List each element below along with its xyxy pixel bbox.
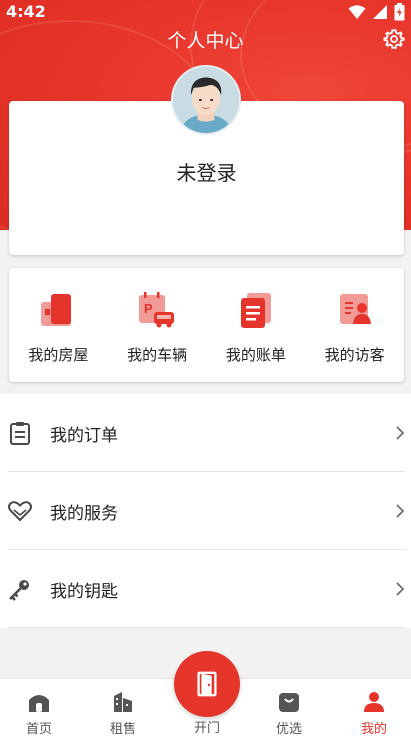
menu-list: 我的订单 我的服务 我的钥匙 bbox=[0, 394, 411, 628]
tab-label: 首页 bbox=[25, 722, 52, 737]
login-status[interactable]: 未登录 bbox=[9, 157, 404, 186]
quick-actions-panel: 我的房屋 P 我的车辆 我的账单 我的访客 bbox=[9, 268, 404, 382]
open-door-button[interactable] bbox=[174, 651, 240, 717]
divider bbox=[8, 627, 405, 628]
menu-item-keys[interactable]: 我的钥匙 bbox=[0, 550, 411, 628]
key-icon bbox=[9, 580, 29, 601]
status-time: 4:42 bbox=[6, 2, 46, 21]
shopping-bag-icon bbox=[279, 693, 299, 712]
person-icon bbox=[364, 692, 384, 712]
menu-item-orders[interactable]: 我的订单 bbox=[0, 394, 411, 472]
quick-action-label: 我的房屋 bbox=[28, 346, 89, 364]
tab-label: 租售 bbox=[109, 722, 136, 737]
quick-action-vehicle[interactable]: P 我的车辆 bbox=[108, 268, 207, 382]
quick-action-bill[interactable]: 我的账单 bbox=[207, 268, 306, 382]
tab-mine[interactable]: 我的 bbox=[333, 679, 411, 744]
quick-action-house[interactable]: 我的房屋 bbox=[9, 268, 108, 382]
cellular-icon bbox=[373, 5, 387, 19]
parking-car-icon: P bbox=[139, 292, 175, 328]
menu-item-label: 我的订单 bbox=[50, 425, 118, 446]
tab-home[interactable]: 首页 bbox=[0, 679, 80, 744]
tab-rent-sale[interactable]: 租售 bbox=[82, 679, 164, 744]
menu-item-label: 我的钥匙 bbox=[50, 581, 118, 602]
tab-open-door-label: 开门 bbox=[193, 721, 220, 736]
house-icon bbox=[41, 294, 72, 326]
quick-action-visitor[interactable]: 我的访客 bbox=[305, 268, 404, 382]
bill-icon bbox=[240, 293, 271, 328]
avatar[interactable] bbox=[171, 65, 241, 135]
wifi-icon bbox=[348, 5, 366, 19]
status-bar: 4:42 bbox=[0, 0, 411, 24]
quick-action-label: 我的账单 bbox=[225, 346, 286, 364]
visitor-icon bbox=[339, 294, 371, 324]
tab-label: 优选 bbox=[275, 722, 302, 737]
page-title: 个人中心 bbox=[167, 30, 244, 52]
svg-text:P: P bbox=[144, 301, 153, 316]
avatar-person-icon bbox=[173, 67, 239, 133]
quick-action-label: 我的访客 bbox=[324, 346, 385, 364]
chevron-right-icon bbox=[396, 426, 405, 440]
door-icon bbox=[197, 671, 217, 697]
home-icon bbox=[29, 695, 49, 712]
tab-label: 我的 bbox=[360, 722, 387, 737]
menu-item-label: 我的服务 bbox=[50, 503, 118, 524]
chevron-right-icon bbox=[396, 504, 405, 518]
chevron-right-icon bbox=[396, 582, 405, 596]
quick-action-label: 我的车辆 bbox=[127, 346, 188, 364]
clipboard-icon bbox=[10, 422, 30, 445]
battery-icon bbox=[394, 3, 405, 21]
heart-icon bbox=[8, 501, 32, 522]
tab-selected-goods[interactable]: 优选 bbox=[248, 679, 330, 744]
settings-gear-icon[interactable] bbox=[383, 28, 405, 50]
menu-item-services[interactable]: 我的服务 bbox=[0, 472, 411, 550]
building-icon bbox=[114, 692, 132, 712]
